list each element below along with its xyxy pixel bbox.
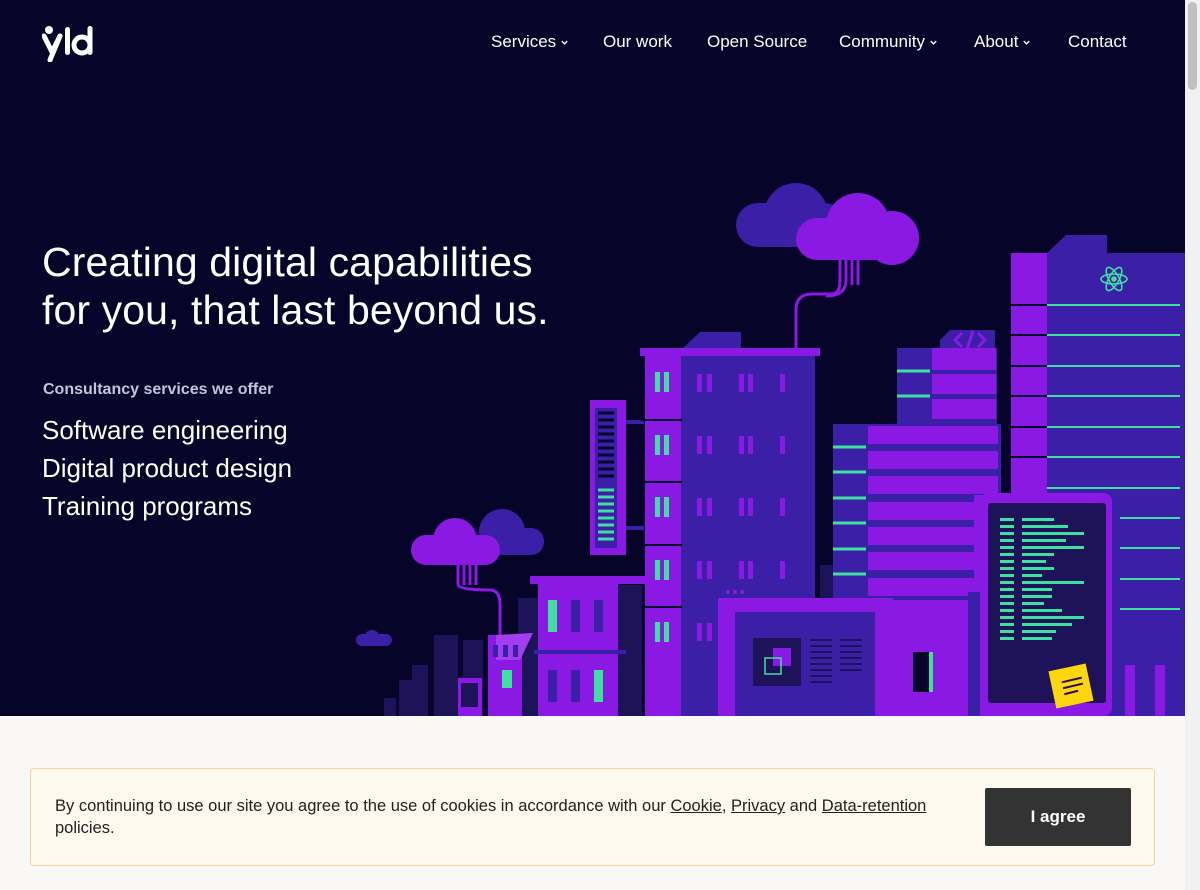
nav-contact-label: Contact [1068, 32, 1127, 51]
sticky-note-icon [1048, 663, 1094, 709]
nav-our-work-label: Our work [603, 32, 672, 51]
cookie-banner: By continuing to use our site you agree … [30, 768, 1155, 866]
antenna-tower [590, 400, 644, 555]
tablet-code-screen [974, 493, 1112, 716]
chevron-down-icon [561, 40, 568, 45]
nav-services-label: Services [491, 32, 557, 51]
chevron-down-icon [1023, 40, 1031, 45]
hero-section: Services Our work Open Source Community … [0, 0, 1185, 716]
top-clouds [736, 183, 919, 265]
main-nav: Services Our work Open Source Community … [0, 30, 1185, 54]
nav-contact[interactable]: Contact [1068, 30, 1127, 54]
nav-community[interactable]: Community [839, 30, 938, 54]
scrollbar[interactable] [1185, 0, 1200, 890]
service-item[interactable]: Digital product design [42, 449, 292, 487]
service-item[interactable]: Training programs [42, 487, 292, 525]
services-label: Consultancy services we offer [43, 381, 274, 398]
city-illustration [356, 183, 1185, 716]
cookie-text-after: policies. [55, 819, 115, 837]
service-item[interactable]: Software engineering [42, 411, 292, 449]
nav-services[interactable]: Services [491, 30, 569, 54]
services-list: Software engineering Digital product des… [42, 411, 292, 525]
nav-open-source[interactable]: Open Source [707, 30, 807, 54]
nav-community-label: Community [839, 32, 925, 51]
nav-about[interactable]: About [974, 30, 1031, 54]
privacy-policy-link[interactable]: Privacy [731, 797, 785, 815]
cookie-sep-2: and [785, 797, 822, 815]
cookie-sep-1: , [721, 797, 731, 815]
nav-our-work[interactable]: Our work [603, 30, 672, 54]
small-cloud [356, 630, 392, 646]
front-building [718, 590, 980, 716]
agree-button[interactable]: I agree [985, 788, 1131, 846]
data-retention-link[interactable]: Data-retention [822, 797, 927, 815]
chevron-down-icon [930, 40, 937, 45]
nav-open-source-label: Open Source [707, 32, 808, 51]
nav-about-label: About [974, 32, 1019, 51]
cookie-message: By continuing to use our site you agree … [55, 795, 955, 839]
cookie-policy-link[interactable]: Cookie [670, 797, 721, 815]
scrollbar-thumb[interactable] [1188, 2, 1197, 90]
cookie-text-before: By continuing to use our site you agree … [55, 797, 671, 815]
